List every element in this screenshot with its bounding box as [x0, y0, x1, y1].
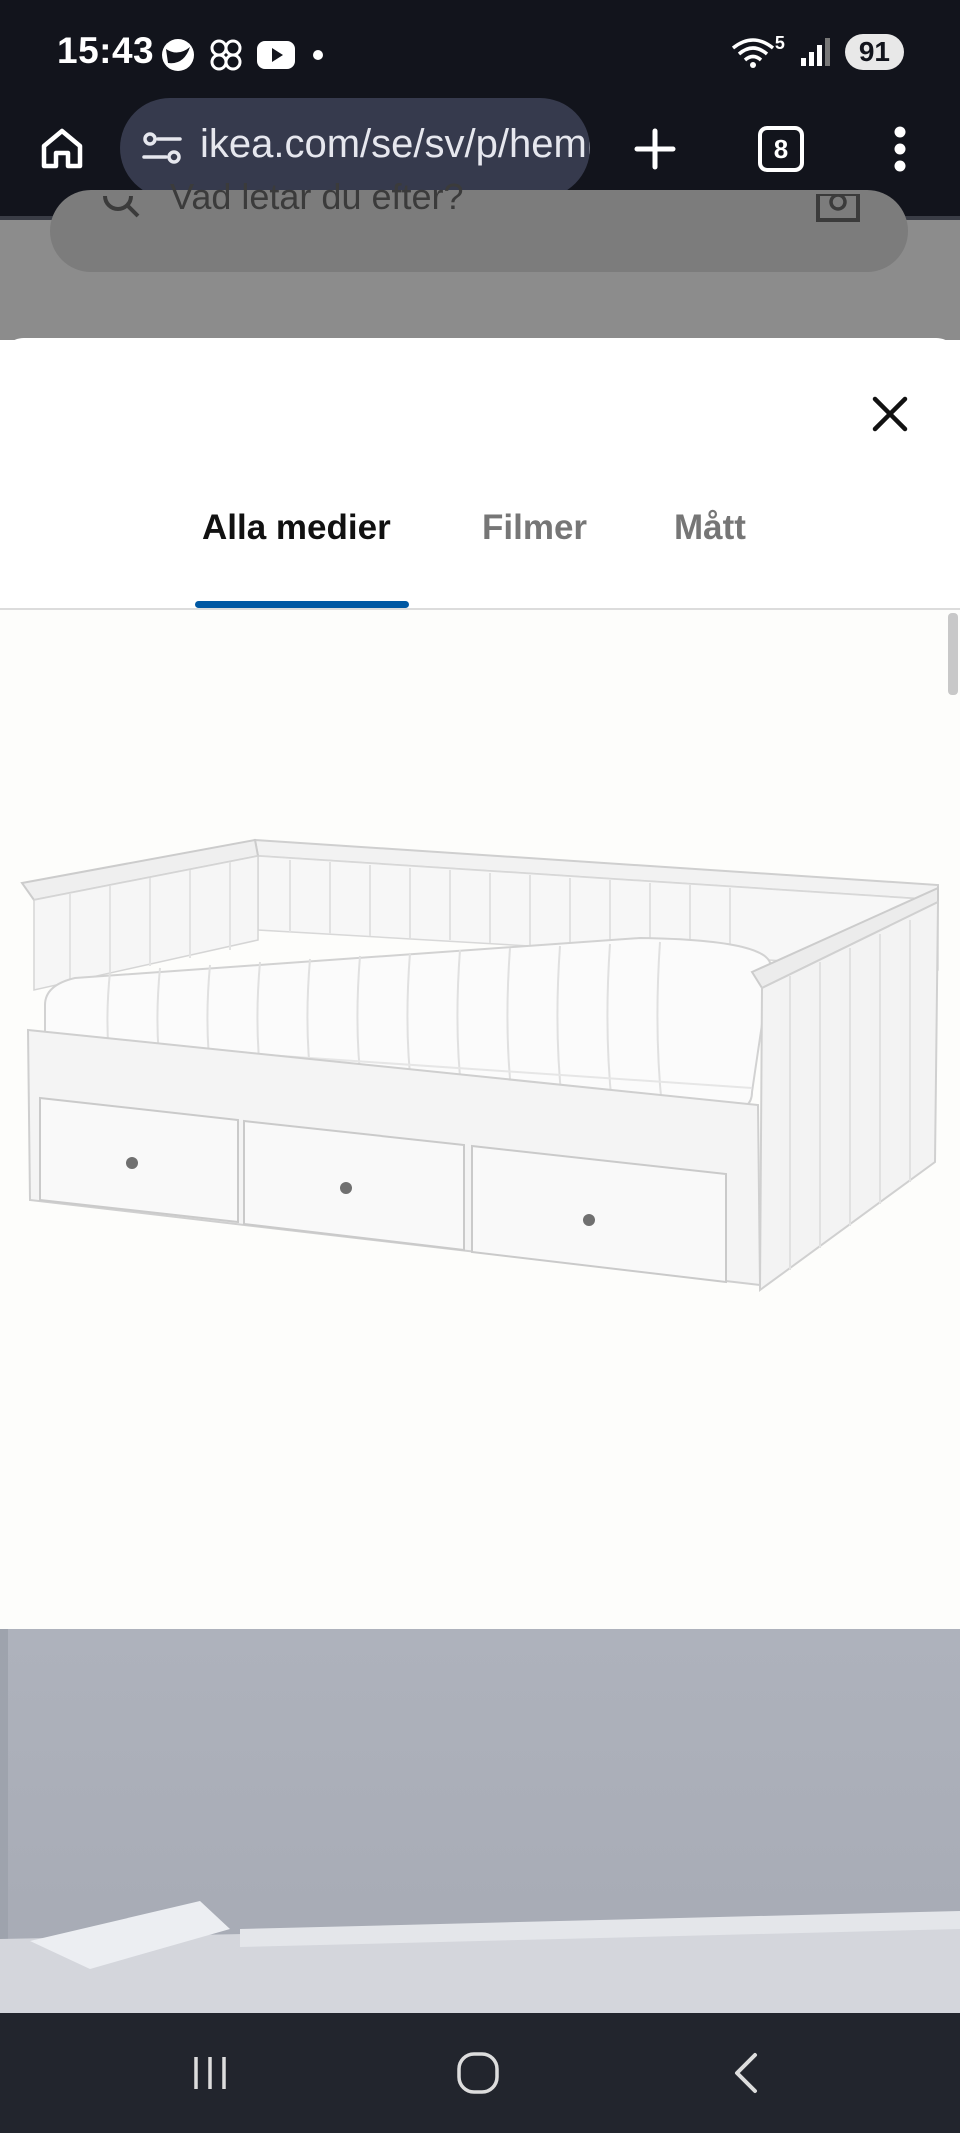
sphere-app-icon [162, 39, 194, 71]
status-bar: 15:43 5 91 [0, 0, 960, 104]
home-nav-button[interactable] [448, 2045, 508, 2101]
room-photo[interactable] [0, 1629, 960, 2013]
background-search-bar: Vad letar du efter? [50, 176, 908, 272]
room-photo-illustration [0, 1629, 960, 2013]
media-modal: Alla medier Filmer Mått [0, 338, 960, 2013]
dot-icon [313, 50, 323, 60]
close-button[interactable] [862, 386, 918, 442]
pinwheel-app-icon [210, 39, 242, 71]
more-menu-icon [894, 126, 906, 172]
tab-alla-medier[interactable]: Alla medier [202, 508, 391, 548]
tab-switcher-icon: 8 [758, 126, 804, 172]
network-type: 5 [774, 32, 785, 53]
recent-apps-button[interactable] [180, 2045, 240, 2101]
more-menu-button[interactable] [880, 118, 920, 180]
status-time: 15:43 [57, 30, 155, 71]
signal-icon [800, 38, 830, 66]
new-tab-icon [634, 128, 676, 170]
recent-apps-icon [194, 2057, 226, 2089]
notification-icons [160, 37, 328, 73]
home-button[interactable] [30, 116, 94, 180]
scrollbar[interactable] [948, 613, 958, 695]
back-button[interactable] [716, 2045, 776, 2101]
media-tabs: Alla medier Filmer Mått [0, 508, 960, 608]
back-icon [735, 2053, 757, 2093]
youtube-icon [257, 41, 295, 69]
home-circle-icon [457, 2052, 499, 2094]
url-text: ikea.com/se/sv/p/hemnes [200, 122, 590, 166]
new-tab-button[interactable] [624, 118, 686, 180]
daybed-illustration [20, 838, 940, 1292]
site-settings-icon[interactable] [140, 128, 184, 168]
close-icon [872, 396, 908, 432]
search-icon [103, 196, 140, 218]
product-image[interactable] [0, 610, 960, 1629]
search-placeholder: Vad letar du efter? [170, 176, 464, 217]
battery-indicator: 91 [844, 34, 904, 70]
active-tab-indicator [195, 601, 409, 608]
tab-switcher-button[interactable]: 8 [750, 118, 812, 180]
home-icon [41, 128, 83, 169]
wifi-icon [731, 38, 774, 68]
camera-icon [816, 194, 860, 222]
tab-filmer[interactable]: Filmer [482, 508, 587, 548]
navigation-bar [0, 2013, 960, 2133]
system-status: 5 91 [731, 32, 904, 70]
tab-matt[interactable]: Mått [674, 508, 746, 548]
